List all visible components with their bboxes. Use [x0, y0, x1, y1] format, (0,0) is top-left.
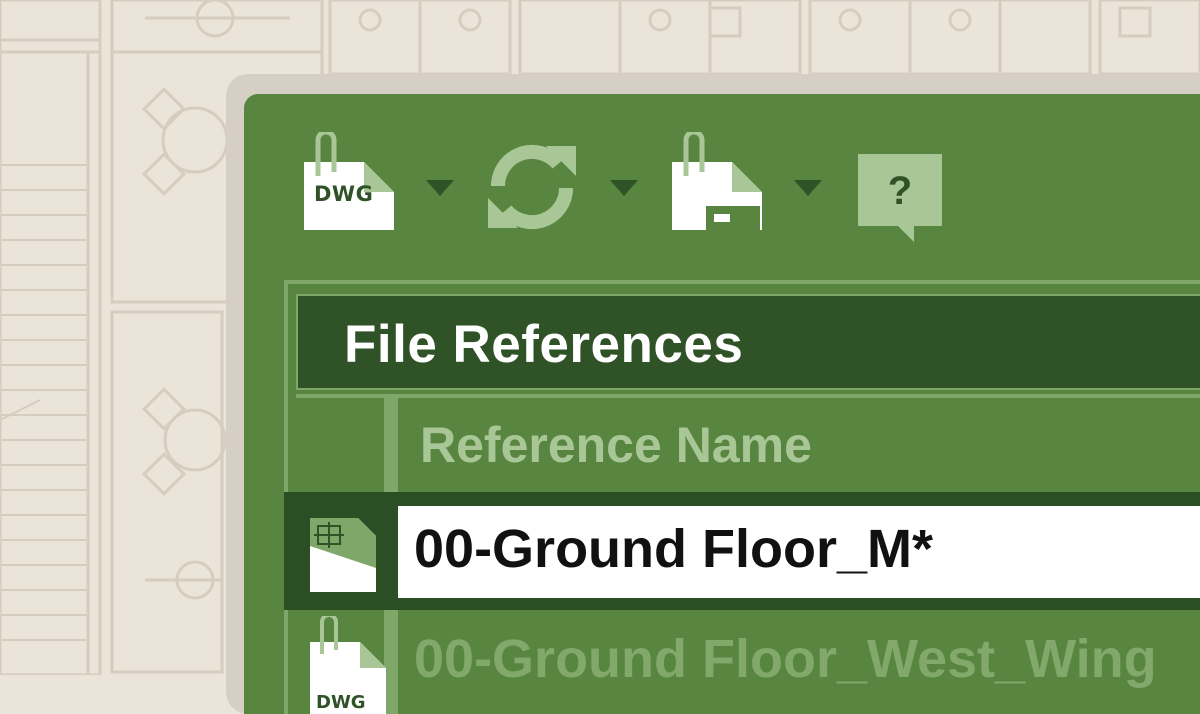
column-header-reference-name[interactable]: Reference Name	[420, 416, 812, 474]
refresh-dropdown-caret[interactable]	[610, 180, 638, 196]
drawing-file-icon	[308, 516, 378, 594]
help-glyph: ?	[888, 169, 912, 213]
reference-name-selected: 00-Ground Floor_M*	[414, 519, 934, 579]
header-divider	[296, 394, 1200, 398]
external-references-panel: DWG ? File References Reference Name 00-…	[244, 94, 1200, 714]
attach-image-dropdown-caret[interactable]	[794, 180, 822, 196]
refresh-icon	[488, 144, 576, 230]
reference-name-row-2[interactable]: 00-Ground Floor_West_Wing	[414, 628, 1157, 690]
file-references-title: File References	[344, 315, 744, 374]
refresh-button[interactable]	[484, 144, 580, 230]
file-references-header[interactable]: File References	[296, 294, 1200, 390]
attach-image-icon	[672, 129, 762, 230]
attach-dwg-button[interactable]: DWG	[302, 129, 396, 232]
attach-dwg-dropdown-caret[interactable]	[426, 180, 454, 196]
toolbar: DWG ?	[244, 94, 1200, 274]
dwg-file-icon: DWG	[308, 613, 388, 714]
dwg-label: DWG	[314, 182, 374, 206]
attach-image-button[interactable]	[670, 129, 764, 232]
dwg-file-type-label: DWG	[316, 692, 366, 713]
help-icon: ?	[858, 154, 942, 242]
help-button[interactable]: ?	[858, 154, 942, 242]
